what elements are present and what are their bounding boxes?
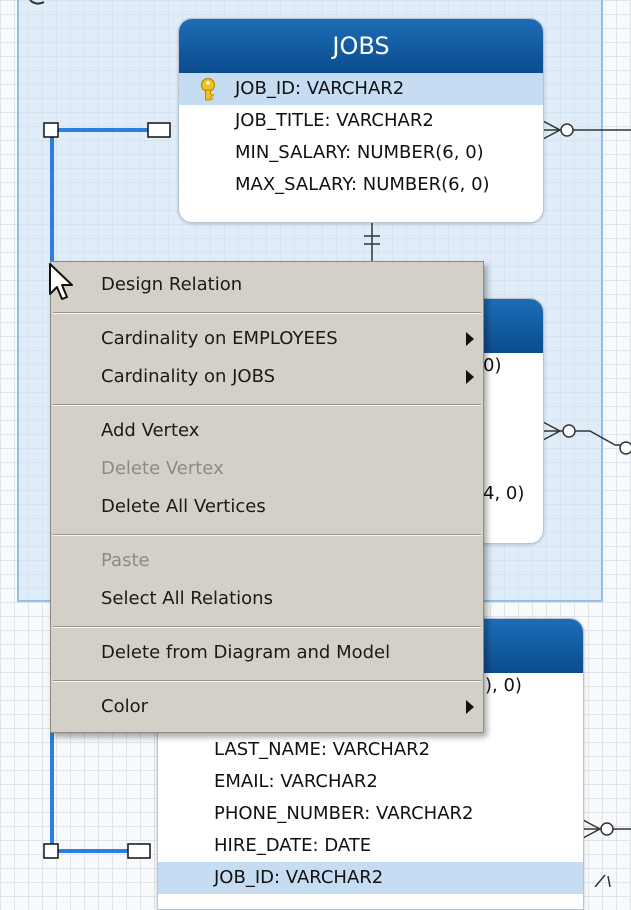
menu-item-cardinality-employees[interactable]: Cardinality on EMPLOYEES — [51, 321, 483, 357]
vertex-handle[interactable] — [43, 843, 59, 859]
menu-item-select-all-relations[interactable]: Select All Relations — [51, 581, 483, 617]
menu-item-color[interactable]: Color — [51, 689, 483, 725]
menu-separator — [53, 680, 481, 682]
menu-item-delete-all-vertices[interactable]: Delete All Vertices — [51, 489, 483, 525]
arrow-cursor-icon — [49, 263, 73, 300]
submenu-arrow-icon — [466, 332, 474, 346]
menu-item-label: Delete from Diagram and Model — [101, 642, 391, 663]
submenu-arrow-icon — [466, 370, 474, 384]
endpoint-handle[interactable] — [127, 843, 151, 859]
menu-item-label: Color — [101, 696, 148, 717]
menu-item-label: Delete Vertex — [101, 458, 224, 479]
menu-item-label: Cardinality on EMPLOYEES — [101, 328, 338, 349]
menu-item-cardinality-jobs[interactable]: Cardinality on JOBS — [51, 359, 483, 395]
menu-separator — [53, 312, 481, 314]
menu-item-delete-from-diagram[interactable]: Delete from Diagram and Model — [51, 635, 483, 671]
menu-item-paste: Paste — [51, 543, 483, 579]
menu-item-label: Cardinality on JOBS — [101, 366, 276, 387]
menu-separator — [53, 404, 481, 406]
vertex-handle[interactable] — [43, 122, 59, 138]
menu-item-label: Delete All Vertices — [101, 496, 266, 517]
menu-separator — [53, 534, 481, 536]
menu-item-delete-vertex: Delete Vertex — [51, 451, 483, 487]
menu-separator — [53, 626, 481, 628]
menu-item-label: Design Relation — [101, 274, 243, 295]
menu-item-label: Select All Relations — [101, 588, 273, 609]
menu-item-label: Paste — [101, 550, 150, 571]
menu-item-design-relation[interactable]: Design Relation — [51, 267, 483, 303]
menu-item-label: Add Vertex — [101, 420, 200, 441]
endpoint-handle[interactable] — [147, 122, 171, 138]
submenu-arrow-icon — [466, 700, 474, 714]
menu-item-add-vertex[interactable]: Add Vertex — [51, 413, 483, 449]
context-menu: Design Relation Cardinality on EMPLOYEES… — [50, 261, 484, 733]
